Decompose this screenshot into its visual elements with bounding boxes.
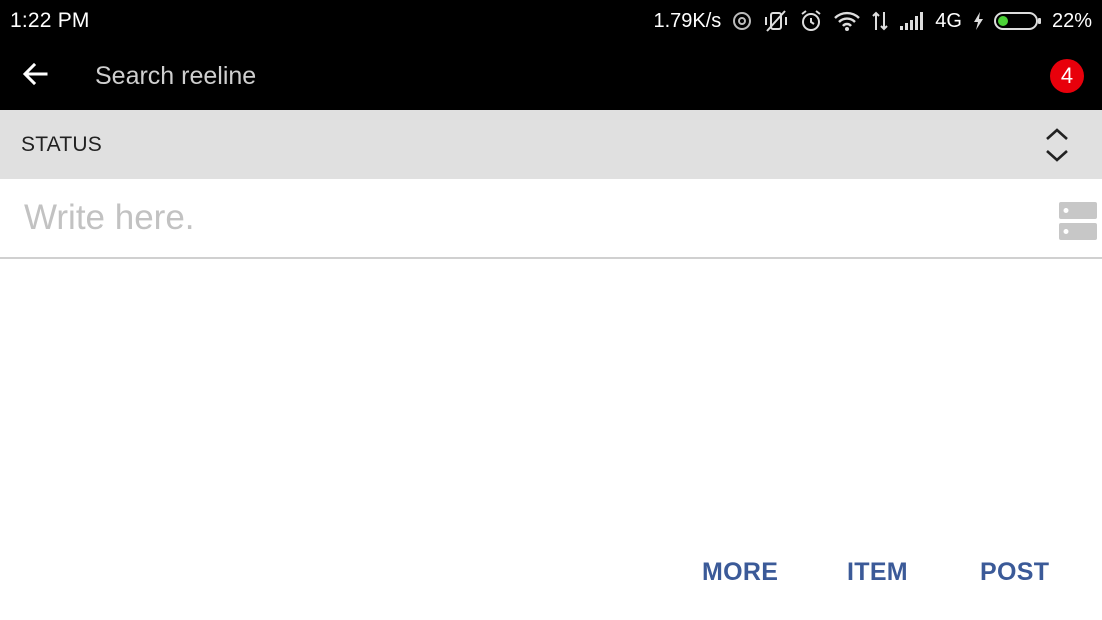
- server-icon[interactable]: [1059, 202, 1097, 240]
- system-status-bar: 1:22 PM 1.79K/s 4G 22%: [0, 0, 1102, 42]
- battery-icon: [993, 11, 1042, 31]
- status-text-input[interactable]: [24, 197, 1024, 239]
- sync-icon: [731, 10, 753, 32]
- wifi-icon: [833, 10, 861, 32]
- alarm-icon: [799, 9, 823, 33]
- arrow-left-icon: [22, 62, 48, 91]
- more-button[interactable]: MORE: [702, 552, 778, 592]
- search-input[interactable]: [95, 58, 995, 94]
- clock-time: 1:22 PM: [10, 9, 90, 32]
- battery-percent: 22%: [1051, 9, 1092, 32]
- status-selector[interactable]: STATUS: [0, 110, 1102, 179]
- signal-icon: [899, 11, 925, 31]
- status-icons: 1.79K/s 4G 22%: [653, 6, 1092, 36]
- composer: [0, 179, 1102, 259]
- post-button[interactable]: POST: [980, 552, 1049, 592]
- app-bar: 4: [0, 42, 1102, 110]
- network-speed: 1.79K/s: [653, 9, 722, 32]
- item-button[interactable]: ITEM: [847, 552, 908, 592]
- data-arrows-icon: [871, 10, 889, 32]
- action-bar: MORE ITEM POST: [0, 552, 1102, 592]
- notification-badge[interactable]: 4: [1050, 59, 1084, 93]
- vibrate-off-icon: [763, 9, 789, 33]
- chevron-up-down-icon: [1044, 127, 1070, 163]
- status-label: STATUS: [21, 133, 102, 156]
- charging-icon: [972, 11, 984, 31]
- back-button[interactable]: [16, 58, 54, 94]
- network-type: 4G: [935, 9, 962, 32]
